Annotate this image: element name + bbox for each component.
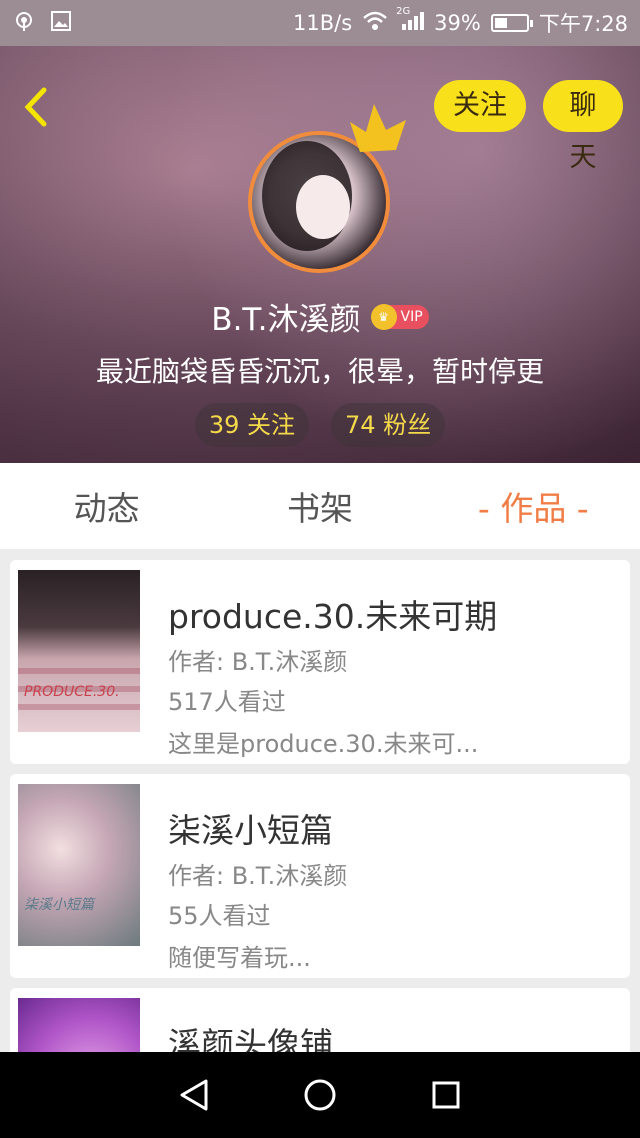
back-chevron-icon	[24, 87, 47, 127]
cover-caption: PRODUCE.30.	[24, 684, 120, 700]
profile-header: 关注 聊天 B.T.沐溪颜 ♛ VIP 最近脑袋昏昏沉沉，很晕，暂时停更 39 …	[0, 46, 640, 463]
work-description: 随便写着玩...	[168, 944, 311, 972]
tab-works[interactable]: - 作品 -	[427, 482, 640, 530]
work-description: 这里是produce.30.未来可...	[168, 730, 479, 758]
list-item[interactable]: 柒溪小短篇 柒溪小短篇 作者: B.T.沐溪颜 55人看过 随便写着玩...	[10, 774, 630, 978]
bio: 最近脑袋昏昏沉沉，很晕，暂时停更	[95, 355, 544, 388]
work-title: produce.30.未来可期	[168, 597, 498, 636]
system-nav-bar	[0, 1052, 640, 1138]
follow-button[interactable]: 关注	[434, 80, 526, 132]
nav-recents-square-icon[interactable]	[428, 1077, 464, 1113]
status-bar: 11B/s 2G 39% 下午7:28	[0, 0, 640, 46]
vip-badge: ♛ VIP	[370, 303, 429, 330]
works-list: PRODUCE.30. produce.30.未来可期 作者: B.T.沐溪颜 …	[0, 558, 640, 1052]
battery-icon	[490, 14, 533, 32]
signal-icon: 2G	[396, 6, 425, 37]
nav-back-triangle-icon[interactable]	[176, 1077, 212, 1113]
avatar-face	[296, 175, 350, 239]
hotspot-icon	[12, 9, 36, 38]
work-author: 作者: B.T.沐溪颜	[168, 862, 348, 890]
tab-bookshelf[interactable]: 书架	[213, 482, 426, 530]
username: B.T.沐溪颜	[211, 302, 361, 338]
status-right: 11B/s 2G 39% 下午7:28	[292, 6, 628, 38]
image-icon	[50, 10, 72, 37]
work-title: 柒溪小短篇	[168, 811, 333, 850]
work-title: 溪颜头像铺	[168, 1025, 333, 1052]
vip-label: VIP	[400, 308, 423, 325]
chat-button[interactable]: 聊天	[543, 80, 623, 173]
book-cover: PRODUCE.30.	[18, 570, 140, 732]
username-row: B.T.沐溪颜 ♛ VIP	[0, 294, 640, 339]
battery-percent: 39%	[434, 11, 481, 35]
crown-icon	[350, 104, 406, 152]
wifi-icon	[362, 10, 388, 37]
clock: 下午7:28	[538, 12, 628, 36]
vip-crown-icon: ♛	[370, 303, 397, 330]
book-cover	[18, 998, 140, 1052]
status-left	[12, 9, 72, 38]
network-speed: 11B/s	[292, 11, 353, 35]
back-button[interactable]	[18, 84, 58, 132]
work-views: 55人看过	[168, 902, 271, 930]
book-cover: 柒溪小短篇	[18, 784, 140, 946]
following-count[interactable]: 39 关注	[194, 403, 309, 447]
nav-home-circle-icon[interactable]	[302, 1077, 338, 1113]
work-author: 作者: B.T.沐溪颜	[168, 648, 348, 676]
stats-row: 39 关注 74 粉丝	[0, 403, 640, 447]
followers-count[interactable]: 74 粉丝	[331, 403, 446, 447]
cover-caption: 柒溪小短篇	[24, 897, 94, 913]
battery-fill	[494, 18, 507, 28]
tab-activity[interactable]: 动态	[0, 482, 213, 530]
signal-label: 2G	[396, 5, 411, 17]
work-views: 517人看过	[168, 688, 286, 716]
list-item[interactable]: 溪颜头像铺	[10, 988, 630, 1052]
tab-bar: 动态 书架 - 作品 -	[0, 463, 640, 549]
list-item[interactable]: PRODUCE.30. produce.30.未来可期 作者: B.T.沐溪颜 …	[10, 560, 630, 764]
